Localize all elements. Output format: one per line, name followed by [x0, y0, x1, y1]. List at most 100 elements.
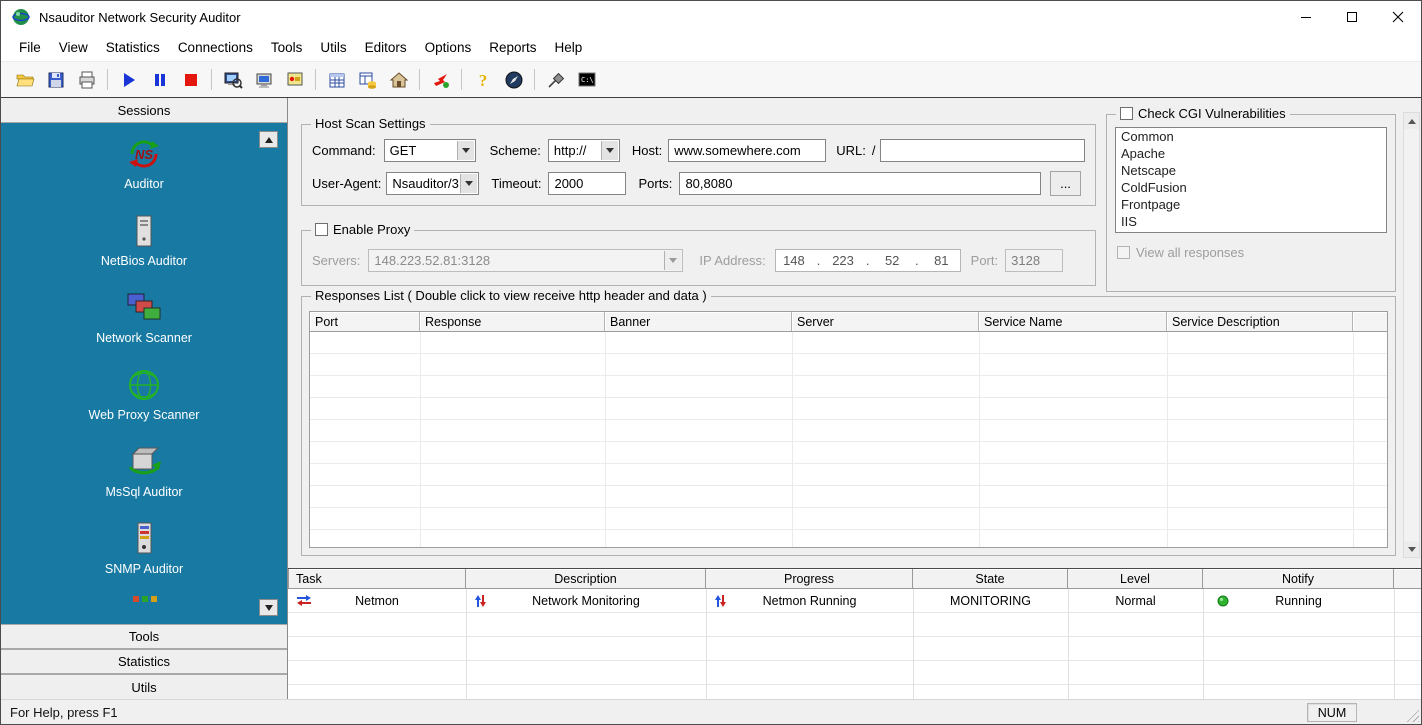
remote-computer-icon [256, 73, 271, 88]
run-attacks-button[interactable] [425, 66, 456, 93]
caption-buttons [1283, 1, 1421, 33]
home-button[interactable] [383, 66, 414, 93]
responses-list-title: Responses List ( Double click to view re… [311, 288, 711, 303]
column-header-notify[interactable]: Notify [1203, 569, 1394, 589]
save-icon [48, 72, 63, 87]
sidebar-item-snmp-auditor[interactable]: SNMP Auditor [1, 518, 287, 595]
task-row[interactable]: Netmon Network Monitoring Netmon Running… [288, 589, 1421, 612]
menu-file[interactable]: File [10, 37, 50, 58]
task-description: Network Monitoring [532, 593, 640, 608]
cgi-listbox[interactable]: Common Apache Netscape ColdFusion Frontp… [1115, 127, 1387, 233]
column-header-state[interactable]: State [913, 569, 1068, 589]
start-scan-button[interactable] [113, 66, 144, 93]
pin-window-button[interactable] [540, 66, 571, 93]
sidebar-item-web-proxy-scanner[interactable]: Web Proxy Scanner [1, 364, 287, 441]
ip-octet: 223 [832, 253, 854, 268]
rules-editor-button[interactable] [352, 66, 383, 93]
pause-scan-button[interactable] [144, 66, 175, 93]
window-title: Nsauditor Network Security Auditor [39, 9, 241, 25]
remote-computer-button[interactable] [248, 66, 279, 93]
save-button[interactable] [40, 66, 71, 93]
alerts-button[interactable] [279, 66, 310, 93]
column-header-banner[interactable]: Banner [605, 312, 792, 331]
menu-editors[interactable]: Editors [356, 37, 416, 58]
sidebar-item-network-scanner[interactable]: Network Scanner [1, 287, 287, 364]
column-header-service-name[interactable]: Service Name [979, 312, 1167, 331]
open-button[interactable] [9, 66, 40, 93]
browse-ports-button[interactable]: ... [1050, 171, 1081, 196]
maximize-button[interactable] [1329, 1, 1375, 33]
menu-tools[interactable]: Tools [262, 37, 312, 58]
menu-view[interactable]: View [50, 37, 97, 58]
combobox-value: Nsauditor/3 [392, 176, 459, 191]
sessions-scroll-down-button[interactable] [259, 599, 278, 616]
sidebar-section-sessions[interactable]: Sessions [1, 98, 287, 123]
host-input[interactable]: www.somewhere.com [668, 139, 827, 162]
column-divider [792, 332, 793, 547]
help-button[interactable]: ? [467, 66, 498, 93]
cgi-list-item[interactable]: ColdFusion [1116, 179, 1386, 196]
cgi-vulnerabilities-checkbox[interactable] [1120, 107, 1133, 120]
minimize-button[interactable] [1283, 1, 1329, 33]
column-header-service-description[interactable]: Service Description [1167, 312, 1353, 331]
menu-options[interactable]: Options [416, 37, 481, 58]
column-header-task[interactable]: Task [288, 569, 466, 589]
toolbar-separator [211, 69, 212, 90]
column-header-description[interactable]: Description [466, 569, 706, 589]
url-input[interactable] [880, 139, 1085, 162]
menu-reports[interactable]: Reports [480, 37, 545, 58]
cgi-list-item[interactable]: Frontpage [1116, 196, 1386, 213]
upper-vertical-scrollbar[interactable] [1403, 112, 1420, 558]
timeout-input[interactable]: 2000 [548, 172, 627, 195]
column-header-port[interactable]: Port [310, 312, 420, 331]
responses-table-body [309, 332, 1388, 548]
dropdown-arrow-icon[interactable] [600, 141, 618, 160]
updown-arrows-icon [714, 594, 727, 608]
session-monitor-button[interactable] [217, 66, 248, 93]
enable-proxy-checkbox[interactable] [315, 223, 328, 236]
command-combobox[interactable]: GET [383, 139, 476, 162]
print-button[interactable] [71, 66, 102, 93]
sidebar-item-netbios-auditor[interactable]: NetBios Auditor [1, 210, 287, 287]
close-button[interactable] [1375, 1, 1421, 33]
svg-text:NS: NS [135, 147, 153, 162]
sidebar-section-tools[interactable]: Tools [1, 624, 287, 649]
packet-filter-button[interactable] [321, 66, 352, 93]
menu-statistics[interactable]: Statistics [97, 37, 169, 58]
app-icon [12, 8, 30, 26]
sidebar-item-auditor[interactable]: NS Auditor [1, 133, 287, 210]
cgi-list-item[interactable]: Apache [1116, 145, 1386, 162]
sessions-scroll-up-button[interactable] [259, 131, 278, 148]
column-divider [1167, 332, 1168, 547]
ip-dot: . [865, 253, 870, 268]
scrollbar-up-button[interactable] [1404, 113, 1419, 129]
column-header-response[interactable]: Response [420, 312, 605, 331]
sidebar-section-statistics[interactable]: Statistics [1, 649, 287, 674]
status-help-text: For Help, press F1 [10, 704, 118, 720]
menu-connections[interactable]: Connections [169, 37, 262, 58]
menu-help[interactable]: Help [545, 37, 591, 58]
user-agent-combobox[interactable]: Nsauditor/3 [386, 172, 480, 195]
column-header-level[interactable]: Level [1068, 569, 1203, 589]
cgi-list-item[interactable]: Common [1116, 128, 1386, 145]
dos-console-button[interactable]: C:\ [571, 66, 602, 93]
dropdown-arrow-icon[interactable] [456, 141, 474, 160]
view-all-responses-checkbox [1117, 246, 1130, 259]
home-icon [389, 71, 408, 87]
cgi-list-item[interactable]: Netscape [1116, 162, 1386, 179]
cgi-list-item[interactable]: IIS [1116, 213, 1386, 230]
sidebar-section-utils[interactable]: Utils [1, 674, 287, 699]
column-header-server[interactable]: Server [792, 312, 979, 331]
command-prompt-icon: C:\ [578, 72, 595, 86]
sidebar-item-mssql-auditor[interactable]: MsSql Auditor [1, 441, 287, 518]
menu-utils[interactable]: Utils [311, 37, 355, 58]
dropdown-arrow-icon[interactable] [460, 174, 478, 193]
web-browser-button[interactable] [498, 66, 529, 93]
scrollbar-down-button[interactable] [1404, 541, 1419, 557]
stop-scan-button[interactable] [175, 66, 206, 93]
resize-grip[interactable] [1405, 708, 1419, 722]
column-header-progress[interactable]: Progress [706, 569, 913, 589]
scheme-combobox[interactable]: http:// [547, 139, 620, 162]
ports-input[interactable]: 80,8080 [679, 172, 1041, 195]
enable-proxy-group: Enable Proxy Servers: 148.223.52.81:3128… [301, 222, 1096, 286]
